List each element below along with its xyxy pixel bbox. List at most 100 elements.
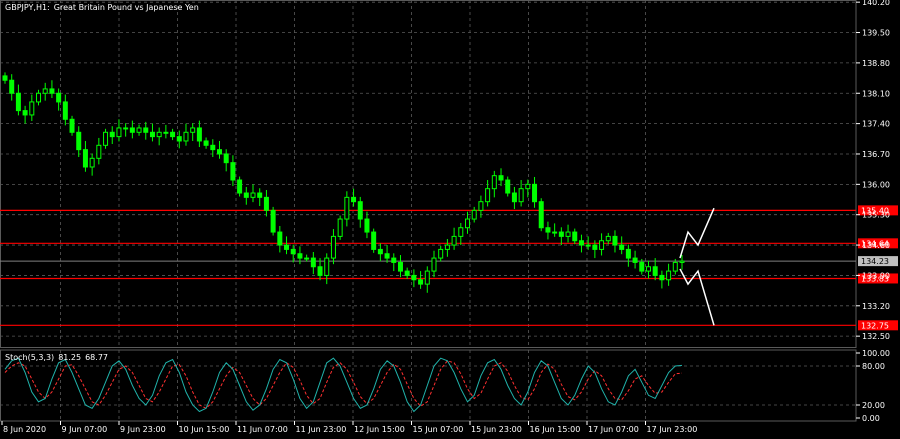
candle-body-down	[62, 101, 68, 120]
candle-body-up	[605, 235, 611, 242]
candle-body-down	[270, 209, 276, 233]
price-chart[interactable]: 135.40134.64133.83132.75134.23 100.0080.…	[0, 0, 900, 439]
candle-body-down	[592, 244, 598, 250]
candle-body-down	[15, 92, 21, 112]
candle-body-down	[109, 131, 115, 138]
candle-body-up	[451, 235, 457, 246]
time-tick-label: 8 Jun 2020	[3, 425, 46, 434]
candle-body-down	[619, 244, 625, 250]
candle-body-down	[149, 131, 155, 138]
candle-body-down	[351, 196, 357, 203]
candle-body-down	[69, 118, 75, 133]
stoch-tick-label: 100.00	[862, 349, 890, 358]
candle-body-down	[558, 231, 564, 237]
candle-body-up	[190, 127, 196, 133]
indicator-name: Stoch(5,3,3)	[5, 353, 55, 362]
candle-body-up	[36, 92, 42, 103]
candle-body-down	[230, 162, 236, 181]
candle-body-down	[284, 244, 290, 250]
time-tick-label: 11 Jun 23:00	[296, 425, 347, 434]
candle-body-down	[22, 110, 28, 116]
candle-body-down	[391, 257, 397, 263]
candle-body-up	[330, 235, 336, 259]
candle-body-down	[572, 231, 578, 242]
time-tick-label: 9 Jun 23:00	[120, 425, 166, 434]
candle-body-down	[216, 149, 222, 155]
stoch-tick-label: 80.00	[862, 362, 885, 371]
symbol-description: Great Britain Pound vs Japanese Yen	[53, 3, 199, 12]
candle-body-up	[29, 101, 35, 116]
candle-body-down	[237, 179, 243, 194]
candle-body-down	[76, 131, 82, 151]
candles	[2, 72, 685, 293]
candle-body-down	[297, 253, 303, 259]
candle-body-down	[203, 140, 209, 146]
symbol-label: GBPJPY,H1:	[5, 3, 50, 12]
candle-body-down	[505, 179, 511, 194]
candle-body-down	[612, 235, 618, 246]
time-tick-label: 17 Jun 23:00	[647, 425, 698, 434]
candle-body-up	[518, 188, 524, 203]
price-tick-label: 135.30	[862, 211, 890, 220]
candle-body-up	[679, 260, 685, 263]
candle-body-down	[625, 248, 631, 259]
time-tick-label: 10 Jun 15:00	[179, 425, 230, 434]
price-tick-label: 136.00	[862, 180, 890, 189]
candle-body-down	[384, 253, 390, 259]
candle-body-down	[56, 92, 62, 103]
candle-body-down	[290, 248, 296, 255]
candle-body-up	[438, 248, 444, 259]
price-tick-label: 134.60	[862, 241, 890, 250]
candle-body-down	[639, 261, 645, 272]
candle-body-down	[129, 127, 135, 133]
forecast-arrow-up	[679, 207, 715, 259]
stoch-panel-frame	[0, 349, 857, 422]
candle-body-down	[243, 192, 249, 198]
time-tick-label: 9 Jun 07:00	[62, 425, 108, 434]
candle-body-down	[170, 131, 176, 138]
candle-body-down	[82, 149, 88, 168]
candle-body-down	[9, 79, 15, 94]
candle-body-up	[123, 127, 129, 130]
candle-body-up	[444, 244, 450, 250]
candle-body-up	[424, 270, 430, 285]
candle-body-up	[156, 131, 162, 138]
indicator-value-a: 81.25	[58, 353, 82, 362]
candle-body-up	[565, 231, 571, 237]
candle-body-down	[223, 153, 229, 164]
candle-body-up	[491, 175, 497, 190]
candle-body-down	[377, 248, 383, 255]
candle-body-down	[49, 88, 55, 94]
candle-body-up	[42, 88, 48, 94]
candle-body-up	[183, 131, 189, 142]
time-tick-label: 16 Jun 15:00	[530, 425, 581, 434]
stoch-signal-line	[4, 360, 683, 409]
time-tick-label: 17 Jun 07:00	[588, 425, 639, 434]
time-tick-label: 15 Jun 23:00	[471, 425, 522, 434]
candle-body-down	[498, 175, 504, 181]
price-tick-label: 136.70	[862, 150, 890, 159]
support-resistance-levels: 135.40134.64133.83132.75134.23	[0, 205, 898, 331]
candle-body-down	[511, 192, 517, 203]
level-label: 132.75	[861, 321, 889, 330]
price-tick-label: 133.20	[862, 302, 890, 311]
candle-body-down	[371, 231, 377, 250]
candle-body-up	[599, 240, 605, 250]
candle-body-up	[250, 192, 256, 198]
stochastic-panel: 100.00 80.00 20.00 0.00	[0, 349, 890, 423]
candle-body-up	[337, 218, 343, 237]
candle-body-up	[471, 209, 477, 220]
candle-body-down	[404, 270, 410, 276]
candle-body-down	[277, 231, 283, 246]
price-tick-label: 140.20	[862, 0, 890, 7]
candle-body-down	[357, 201, 363, 220]
chart-title: GBPJPY,H1: Great Britain Pound vs Japanes…	[5, 3, 203, 12]
candle-body-down	[210, 144, 216, 151]
current-price-label: 134.23	[861, 257, 889, 266]
candle-body-up	[525, 183, 531, 190]
price-tick-label: 138.10	[862, 89, 890, 98]
candle-body-up	[116, 127, 122, 138]
price-tick-label: 133.90	[862, 271, 890, 280]
stoch-tick-label: 0.00	[862, 414, 880, 423]
candle-body-up	[136, 127, 142, 133]
